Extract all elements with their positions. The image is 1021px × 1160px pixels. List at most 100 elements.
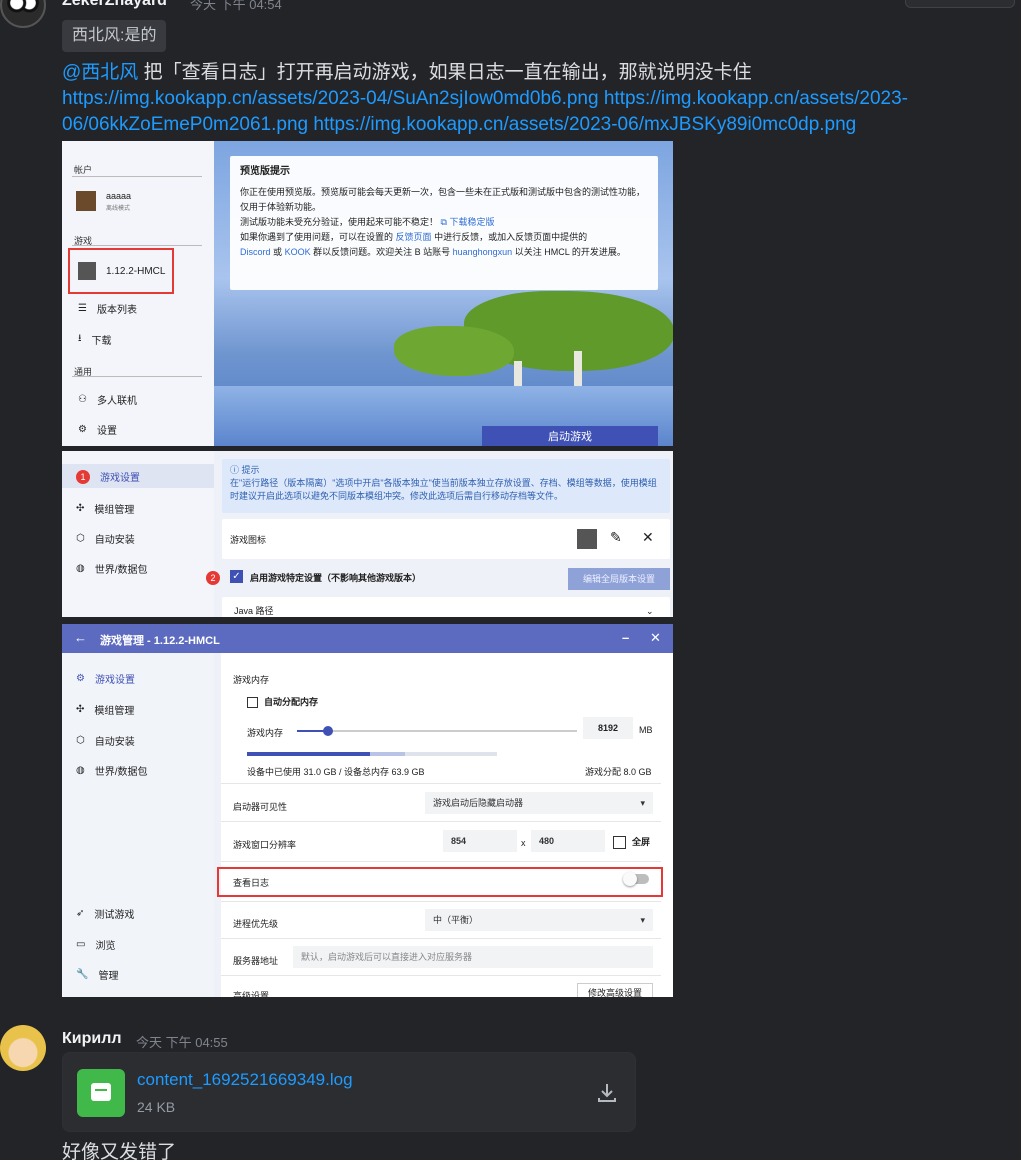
feedback-link[interactable]: 反馈页面 (396, 232, 432, 242)
divider (221, 783, 661, 784)
resolution-height-input[interactable]: 480 (531, 830, 605, 852)
window-resolution-label: 游戏窗口分辨率 (233, 840, 297, 850)
settings-sidebar: 1 游戏设置 ✣ 模组管理 ⬡ 自动安装 ◍ 世界/数据包 (62, 451, 214, 617)
divider (221, 938, 661, 939)
embedded-screenshot-1[interactable]: 帐户 aaaaa 离线模式 游戏 1.12.2-HMCL ☰ 版本列表 ⭳ 下载 通… (62, 141, 673, 446)
process-priority-label: 进程优先级 (233, 919, 279, 929)
tip-title: 提示 (241, 465, 260, 475)
edit-global-settings-button[interactable]: 编辑全局版本设置 (568, 568, 670, 590)
author-name[interactable]: ZekerZhayard (62, 0, 167, 10)
download-icon[interactable] (595, 1081, 619, 1105)
puzzle-icon: ✣ (76, 704, 85, 715)
memory-used-fill (247, 752, 370, 756)
server-address-input[interactable]: 默认，启动游戏后可以直接进入对应服务器 (293, 946, 653, 968)
message-toolbar[interactable] (905, 0, 1015, 8)
pencil-icon[interactable]: ✎ (610, 529, 622, 546)
special-settings-label: 启用游戏特定设置（不影响其他游戏版本） (250, 573, 422, 583)
launcher-visibility-select[interactable]: 游戏启动后隐藏启动器 ▾ (425, 792, 653, 814)
bilibili-link[interactable]: huanghongxun (453, 247, 513, 257)
file-name-link[interactable]: content_1692521669349.log (137, 1070, 353, 1090)
download-icon: ⭳ (78, 333, 82, 344)
globe-icon: ◍ (76, 765, 85, 776)
network-icon: ⚇ (78, 394, 87, 405)
memory-slider[interactable] (297, 726, 577, 736)
sidebar-item-download[interactable]: ⭳ 下载 (78, 331, 112, 348)
memory-usage-bar (247, 752, 497, 756)
account-name: aaaaa (106, 191, 132, 201)
minimize-icon[interactable]: – (622, 630, 629, 645)
notice-line: 测试版功能未受充分验证，使用起来可能不稳定！ ⧉ 下载稳定版 (240, 217, 495, 227)
memory-value-input[interactable]: 8192 (583, 717, 633, 739)
label: 多人联机 (96, 396, 137, 407)
process-priority-select[interactable]: 中（平衡） ▾ (425, 909, 653, 931)
cube-icon: ⬡ (76, 533, 85, 544)
tab-manage[interactable]: 🔧 管理 (76, 967, 118, 982)
embedded-screenshot-3[interactable]: ← 游戏管理 - 1.12.2-HMCL – ✕ ⚙ 游戏设置 ✣ 模组管理 ⬡ 自动… (62, 624, 673, 997)
view-log-label: 查看日志 (233, 878, 270, 888)
tab-mods[interactable]: ✣ 模组管理 (76, 702, 134, 717)
tab-auto-install[interactable]: ⬡ 自动安装 (76, 531, 135, 546)
checkbox[interactable] (247, 697, 258, 709)
resolution-width-input[interactable]: 854 (443, 830, 517, 852)
tab-worlds[interactable]: ◍ 世界/数据包 (76, 763, 148, 778)
tree-foliage (394, 326, 514, 376)
close-icon[interactable]: ✕ (642, 529, 654, 546)
game-memory-allocation: 游戏分配 8.0 GB (585, 767, 652, 777)
sidebar-item-multiplayer[interactable]: ⚇ 多人联机 (78, 392, 137, 407)
memory-slider-thumb[interactable] (322, 726, 333, 736)
memory-title: 游戏内存 (233, 675, 270, 685)
fullscreen-checkbox[interactable]: 全屏 (613, 835, 650, 850)
launch-game-button[interactable]: 启动游戏 (482, 426, 658, 446)
block-icon (78, 262, 96, 280)
embedded-screenshot-2[interactable]: 1 游戏设置 ✣ 模组管理 ⬡ 自动安装 ◍ 世界/数据包 ⓘ 提示 在"运行路径（版本… (62, 451, 673, 617)
user-mention[interactable]: @西北风 (62, 62, 138, 83)
auto-memory-checkbox[interactable]: 自动分配内存 (247, 695, 318, 709)
tip-text: 在"运行路径（版本隔离）"选项中开启"各版本独立"使当前版本独立存放设置、存档、… (230, 478, 657, 501)
tab-auto-install[interactable]: ⬡ 自动安装 (76, 733, 135, 748)
label: 版本列表 (96, 305, 137, 316)
message-link[interactable]: https://img.kookapp.cn/assets/2023-06/mx… (313, 114, 856, 135)
info-icon: ⓘ (230, 465, 240, 475)
message-link[interactable]: https://img.kookapp.cn/assets/2023-04/Su… (62, 88, 599, 109)
java-path-row[interactable]: Java 路径 ⌄ (222, 597, 670, 617)
author-name[interactable]: Кирилл (62, 1030, 122, 1048)
avatar[interactable] (0, 0, 46, 28)
divider (221, 975, 661, 976)
memory-label: 游戏内存 (247, 728, 284, 738)
discord-link[interactable]: Discord (240, 247, 271, 257)
resolution-separator: x (521, 838, 526, 848)
view-log-toggle[interactable] (623, 872, 649, 886)
account-mode: 离线模式 (106, 206, 131, 212)
message-timestamp: 今天 下午 04:54 (190, 0, 282, 12)
file-size: 24 KB (137, 1099, 176, 1115)
sidebar-item-settings[interactable]: ⚙ 设置 (78, 422, 117, 437)
checkbox-checked[interactable]: ✓ (230, 570, 243, 583)
sidebar-item-version-list[interactable]: ☰ 版本列表 (78, 301, 137, 316)
server-address-label: 服务器地址 (233, 956, 279, 966)
rocket-icon: ➶ (76, 908, 85, 919)
tab-browse[interactable]: ▭ 浏览 (76, 937, 115, 952)
back-arrow-icon[interactable]: ← (74, 630, 87, 645)
section-label: 帐户 (74, 165, 93, 175)
label: 游戏图标 (230, 535, 267, 545)
file-attachment[interactable]: content_1692521669349.log 24 KB (62, 1052, 636, 1132)
close-icon[interactable]: ✕ (650, 630, 661, 646)
message-body: 把「查看日志」打开再启动游戏，如果日志一直在输出，那就说明没卡住 (138, 62, 752, 83)
dropdown-caret-icon: ▾ (640, 915, 645, 925)
tab-mods[interactable]: ✣ 模组管理 (76, 501, 134, 516)
tab-game-settings[interactable]: ⚙ 游戏设置 (76, 671, 135, 686)
advanced-settings-button[interactable]: 修改高级设置 (577, 983, 653, 997)
avatar[interactable] (0, 1025, 46, 1071)
tab-worlds[interactable]: ◍ 世界/数据包 (76, 561, 148, 576)
device-memory-usage: 设备中已使用 31.0 GB / 设备总内存 63.9 GB (247, 767, 425, 777)
download-stable-link[interactable]: 下载稳定版 (449, 217, 494, 227)
reply-quote[interactable]: 西北风:是的 (62, 20, 167, 52)
tab-test-game[interactable]: ➶ 测试游戏 (76, 906, 134, 921)
chevron-down-icon: ⌄ (646, 606, 654, 616)
checkbox[interactable] (613, 836, 626, 850)
label: Java 路径 (234, 606, 274, 616)
settings-sidebar: ⚙ 游戏设置 ✣ 模组管理 ⬡ 自动安装 ◍ 世界/数据包 ➶ 测试游戏 ▭ 浏览 🔧 管理 (62, 653, 214, 997)
tab-game-settings[interactable]: 1 游戏设置 (76, 469, 140, 484)
kook-link[interactable]: KOOK (285, 247, 311, 257)
sidebar-item-game-version[interactable]: 1.12.2-HMCL (78, 262, 165, 280)
